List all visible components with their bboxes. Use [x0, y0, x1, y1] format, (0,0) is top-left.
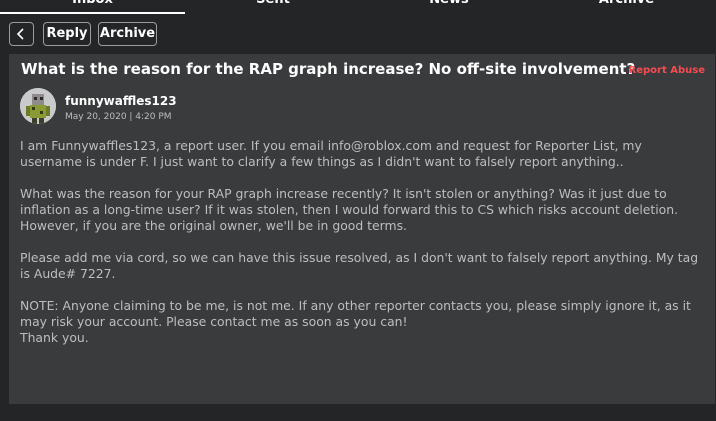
active-tab-indicator: [0, 12, 185, 14]
tab-sent[interactable]: Sent: [185, 0, 361, 14]
archive-button[interactable]: Archive: [98, 22, 157, 46]
tab-bar: Inbox Sent News Archive: [0, 0, 716, 14]
message-paragraph: NOTE: Anyone claiming to be me, is not m…: [20, 298, 691, 345]
message-subject: What is the reason for the RAP graph inc…: [21, 60, 636, 78]
tab-archive[interactable]: Archive: [537, 0, 716, 14]
message-card: What is the reason for the RAP graph inc…: [9, 54, 715, 404]
report-abuse-link[interactable]: Report Abuse: [629, 65, 705, 76]
reply-button[interactable]: Reply: [43, 22, 91, 46]
message-paragraph: What was the reason for your RAP graph i…: [20, 186, 679, 233]
tab-news[interactable]: News: [361, 0, 537, 14]
user-avatar-icon: [20, 88, 56, 124]
message-date: May 20, 2020 | 4:20 PM: [65, 112, 172, 122]
message-body: I am Funnywaffles123, a report user. If …: [20, 138, 700, 346]
chevron-left-icon: [16, 28, 24, 40]
sender-name[interactable]: funnywaffles123: [65, 94, 177, 108]
avatar[interactable]: [20, 88, 56, 124]
message-paragraph: Please add me via cord, so we can have t…: [20, 250, 699, 281]
message-paragraph: I am Funnywaffles123, a report user. If …: [20, 138, 642, 169]
back-button[interactable]: [9, 22, 34, 46]
